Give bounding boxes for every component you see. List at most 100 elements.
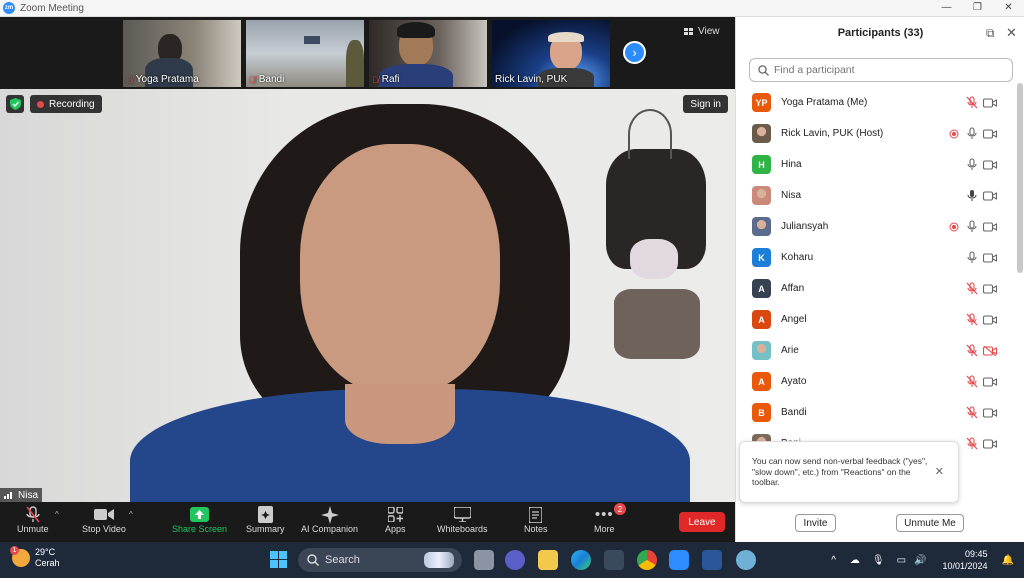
word-icon[interactable]	[702, 550, 722, 570]
unmute-button[interactable]: Unmute	[17, 505, 49, 534]
close-icon[interactable]: ✕	[1006, 25, 1017, 41]
tray-overflow-chevron-icon[interactable]: ^	[831, 555, 836, 566]
chat-icon[interactable]	[505, 550, 525, 570]
participant-row[interactable]: A Angel	[736, 304, 1021, 335]
apps-button[interactable]: Apps	[385, 505, 406, 534]
mic-muted-icon[interactable]	[963, 96, 981, 109]
thumbnail-video[interactable]: 🎙̸ Rafi	[369, 20, 487, 87]
video-camera-icon[interactable]	[981, 159, 999, 170]
video-camera-icon[interactable]	[981, 97, 999, 108]
next-page-button[interactable]: ›	[623, 41, 646, 64]
video-camera-icon[interactable]	[981, 221, 999, 232]
zoom-app-icon[interactable]	[669, 550, 689, 570]
share-screen-button[interactable]: Share Screen	[172, 505, 227, 534]
mic-muted-icon[interactable]	[963, 406, 981, 419]
task-view-icon[interactable]	[474, 550, 494, 570]
ai-companion-button[interactable]: AI Companion	[301, 505, 358, 534]
mic-muted-icon[interactable]	[963, 313, 981, 326]
whiteboards-button[interactable]: Whiteboards	[437, 505, 488, 534]
participant-row[interactable]: YP Yoga Pratama (Me)	[736, 87, 1021, 118]
video-camera-icon[interactable]	[981, 438, 999, 449]
participant-row[interactable]: Nisa	[736, 180, 1021, 211]
network-icon[interactable]: ▭	[897, 555, 906, 566]
audio-options-chevron-icon[interactable]: ^	[55, 510, 59, 519]
minimize-button[interactable]: —	[931, 0, 962, 17]
more-button[interactable]: ••• More	[594, 505, 615, 534]
participant-row[interactable]: Juliansyah	[736, 211, 1021, 242]
participant-photo-avatar	[752, 124, 771, 143]
summary-button[interactable]: Summary	[246, 505, 285, 534]
taskbar-search[interactable]: Search	[298, 548, 462, 572]
summary-label: Summary	[246, 524, 285, 534]
grid-view-icon	[684, 27, 693, 35]
popout-icon[interactable]: ⧉	[986, 26, 995, 41]
participant-row[interactable]: H Hina	[736, 149, 1021, 180]
mic-icon[interactable]	[963, 251, 981, 264]
close-window-button[interactable]: ✕	[993, 0, 1024, 17]
store-icon[interactable]	[604, 550, 624, 570]
video-options-chevron-icon[interactable]: ^	[129, 510, 133, 519]
participant-row[interactable]: A Ayato	[736, 366, 1021, 397]
mic-muted-icon[interactable]	[963, 282, 981, 295]
thumbnail-video[interactable]: Rick Lavin, PUK	[492, 20, 610, 87]
video-camera-icon[interactable]	[981, 407, 999, 418]
participant-row[interactable]: K Koharu	[736, 242, 1021, 273]
recording-indicator[interactable]: Recording	[30, 95, 102, 113]
invite-button[interactable]: Invite	[795, 514, 836, 532]
main-video[interactable]: Recording Sign in Nisa	[0, 89, 735, 502]
share-screen-label: Share Screen	[172, 524, 228, 534]
participant-row[interactable]: B Bandi	[736, 397, 1021, 428]
video-camera-icon[interactable]	[981, 128, 999, 139]
start-button[interactable]	[270, 551, 287, 568]
edge-browser-icon[interactable]	[571, 550, 591, 570]
search-icon	[758, 64, 769, 76]
weather-widget[interactable]: 1 29°C Cerah	[10, 546, 60, 569]
app-icon[interactable]	[736, 550, 756, 570]
mic-icon[interactable]	[963, 220, 981, 233]
encryption-shield-icon[interactable]	[6, 95, 24, 113]
leave-button[interactable]: Leave	[679, 512, 725, 532]
participant-row[interactable]: A Affan	[736, 273, 1021, 304]
stop-video-button[interactable]: Stop Video	[82, 505, 126, 534]
participant-search[interactable]	[749, 58, 1013, 82]
clock[interactable]: 09:45 10/01/2024	[943, 548, 988, 572]
participant-row[interactable]: Rick Lavin, PUK (Host)	[736, 118, 1021, 149]
video-camera-icon[interactable]	[981, 376, 999, 387]
cloud-offline-icon[interactable]: ☁	[850, 555, 860, 566]
thumbnail-video[interactable]: 🎙̸ Yoga Pratama	[123, 20, 241, 87]
participant-initials-avatar: YP	[752, 93, 771, 112]
scrollbar[interactable]	[1017, 83, 1023, 273]
mic-muted-icon: 🎙̸	[372, 74, 379, 85]
participant-hair	[397, 22, 435, 38]
video-off-icon[interactable]	[981, 345, 999, 356]
view-button[interactable]: View	[684, 26, 720, 37]
restore-button[interactable]: ❐	[962, 0, 993, 17]
toast-close-icon[interactable]: ✕	[935, 466, 944, 480]
mic-muted-icon[interactable]	[963, 375, 981, 388]
chrome-icon[interactable]	[637, 550, 657, 570]
notes-button[interactable]: Notes	[524, 505, 548, 534]
participant-photo-avatar	[752, 217, 771, 236]
mic-muted-icon[interactable]	[963, 437, 981, 450]
file-explorer-icon[interactable]	[538, 550, 558, 570]
mic-icon[interactable]	[963, 158, 981, 171]
speaker-neck	[345, 384, 455, 444]
microphone-tray-icon[interactable]: 🎙	[872, 555, 885, 566]
participant-row[interactable]: Arie	[736, 335, 1021, 366]
video-camera-icon[interactable]	[981, 283, 999, 294]
apps-label: Apps	[385, 524, 406, 534]
thumbnail-video[interactable]: 🎙̸ Bandi	[246, 20, 364, 87]
search-input[interactable]	[774, 64, 1004, 76]
sign-in-button[interactable]: Sign in	[683, 95, 728, 113]
video-camera-icon[interactable]	[981, 314, 999, 325]
volume-icon[interactable]: 🔊	[914, 555, 926, 566]
mic-icon[interactable]	[963, 127, 981, 140]
mic-icon[interactable]	[963, 189, 981, 202]
notification-bell-icon[interactable]: 🔔	[1002, 555, 1014, 566]
mic-muted-icon[interactable]	[963, 344, 981, 357]
video-camera-icon[interactable]	[981, 190, 999, 201]
video-camera-icon[interactable]	[981, 252, 999, 263]
participant-name: Koharu	[781, 252, 814, 263]
zoom-logo-icon: zm	[3, 2, 15, 14]
unmute-me-button[interactable]: Unmute Me	[896, 514, 964, 532]
